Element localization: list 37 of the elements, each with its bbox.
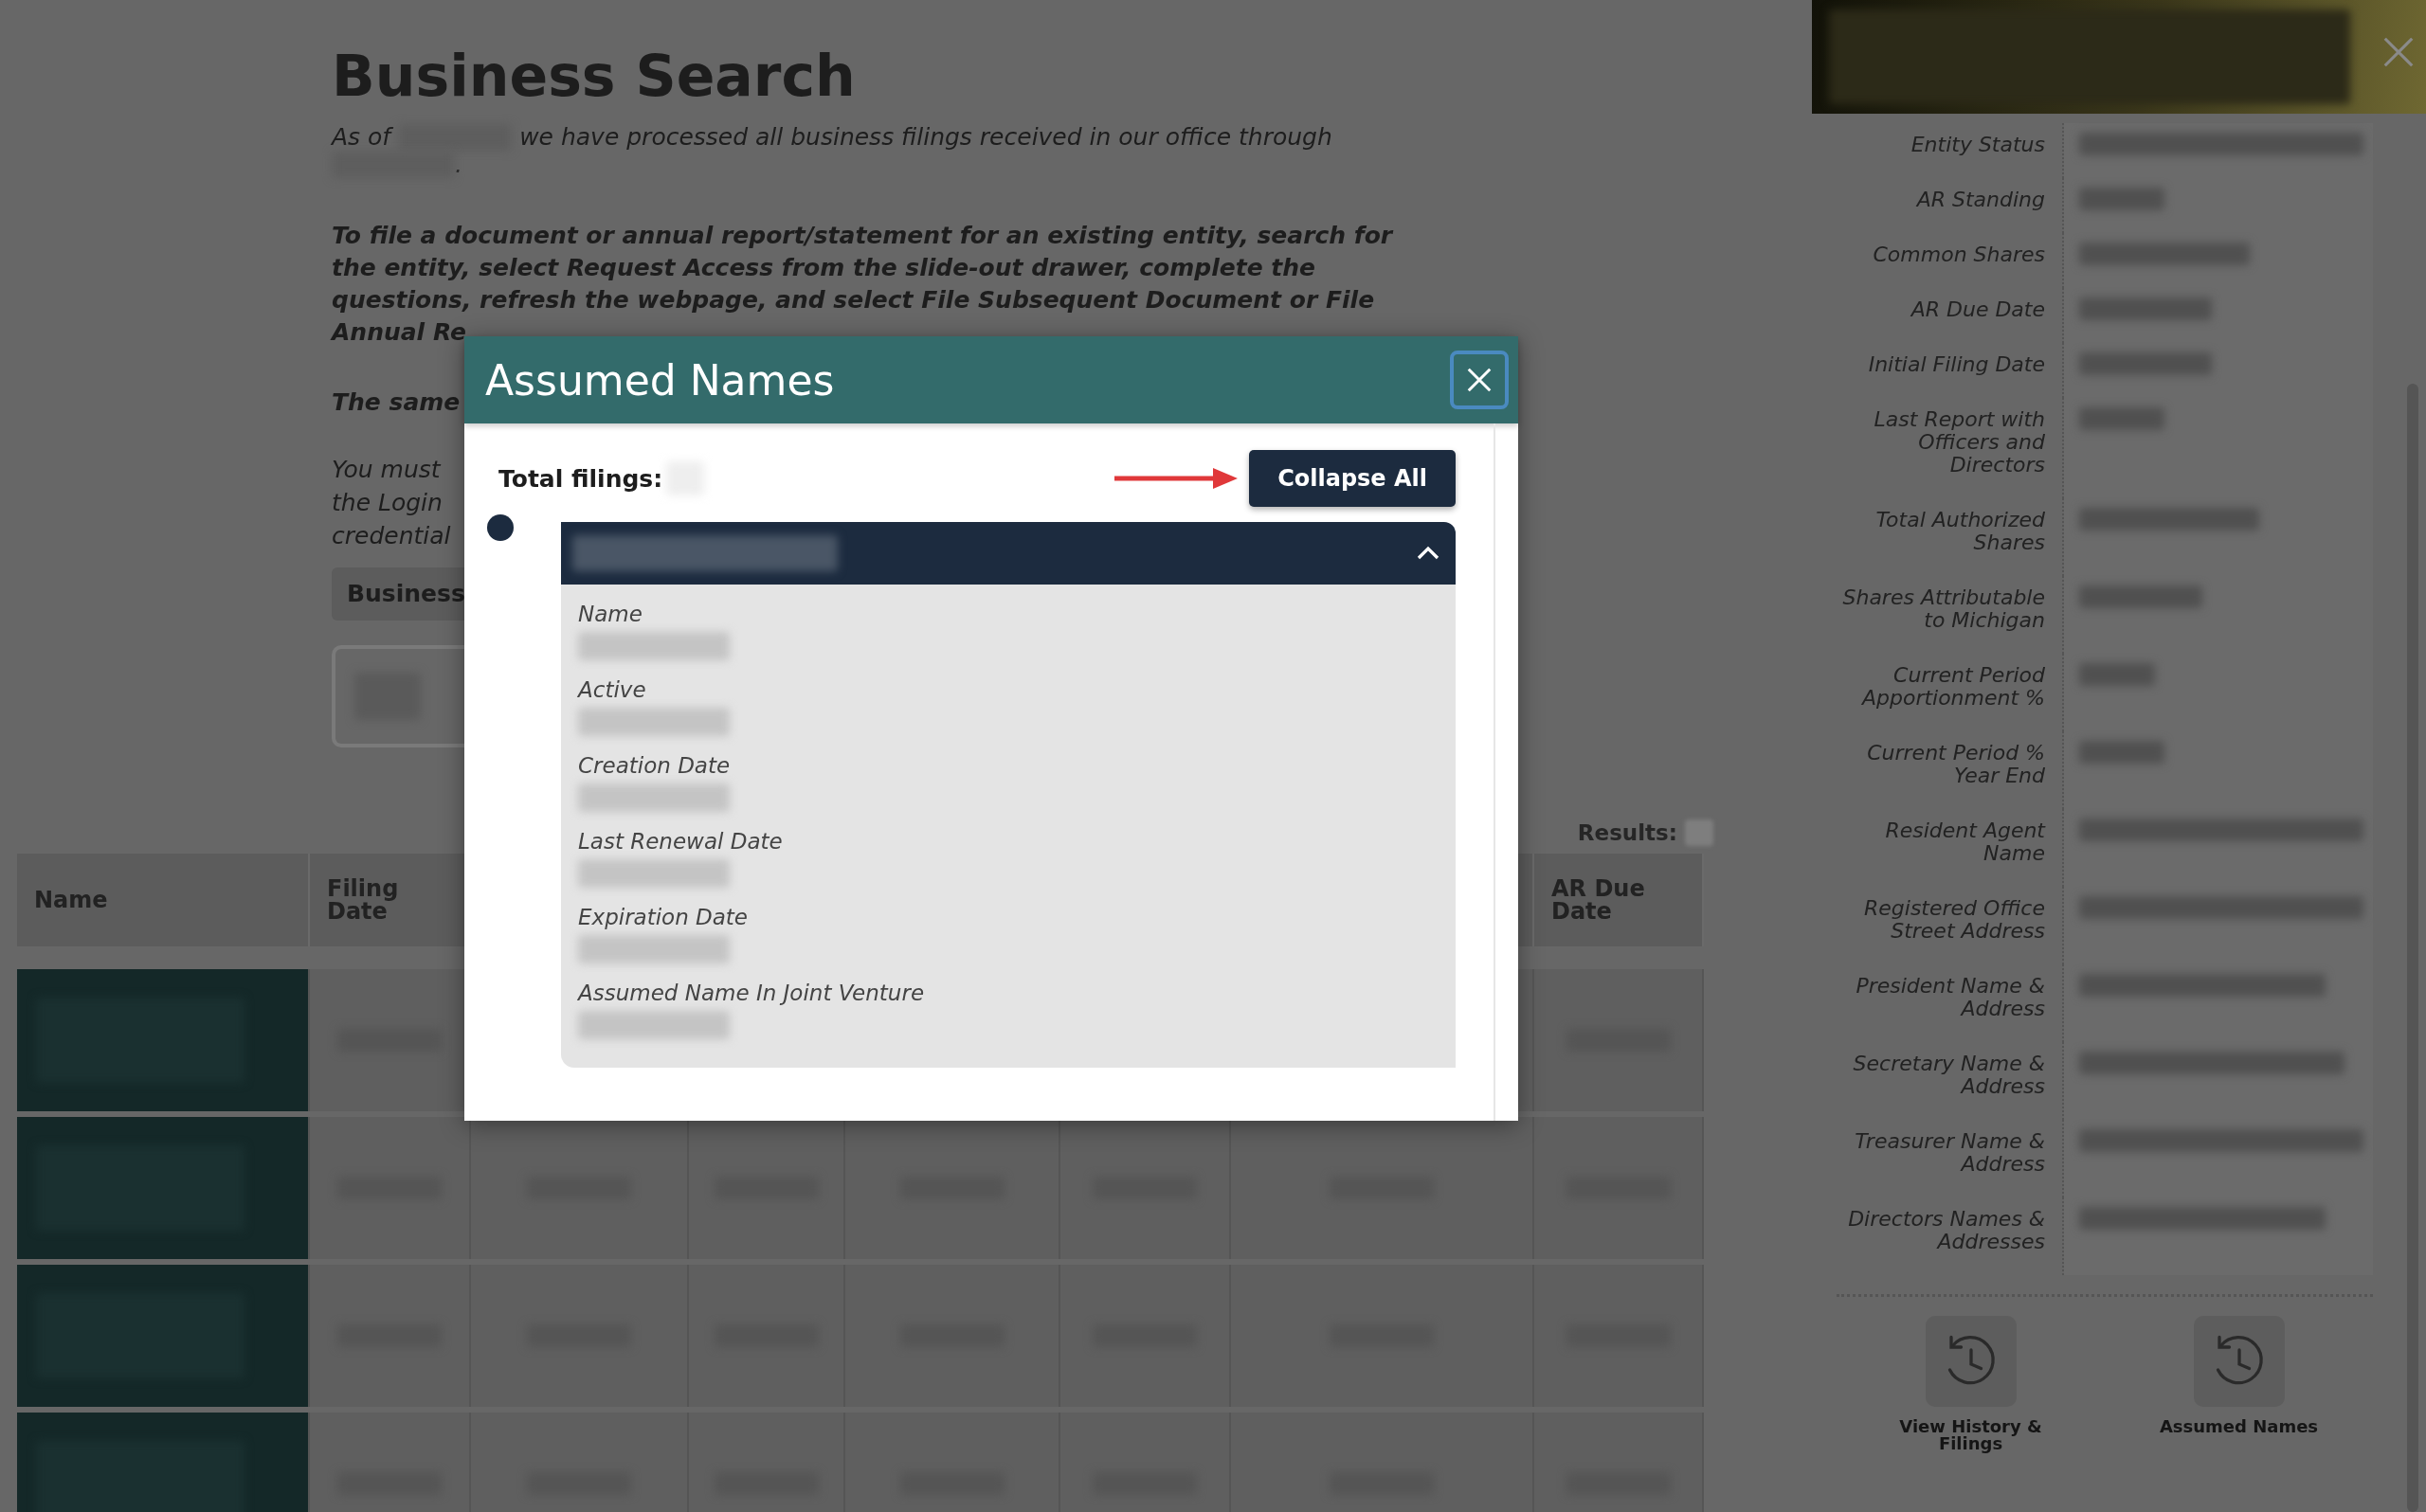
table-row[interactable] <box>17 969 310 1111</box>
instruction-text: the entity, select Request Access from the slide-out drawer, complete the <box>332 253 1315 283</box>
entry-header[interactable] <box>561 522 1456 585</box>
login-text: credential <box>332 521 451 551</box>
collapse-all-button[interactable]: Collapse All <box>1249 450 1456 507</box>
business-tab[interactable]: Business <box>332 567 464 621</box>
results-label: Results: <box>1577 820 1677 845</box>
field-label: Last Renewal Date <box>578 828 783 855</box>
close-button[interactable] <box>1450 351 1509 409</box>
history-action[interactable]: Assumed Names <box>2144 1316 2334 1452</box>
field-label: Assumed Name In Joint Venture <box>578 980 925 1007</box>
field-label: Active <box>578 676 646 704</box>
field-label: Expiration Date <box>578 904 749 931</box>
table-row[interactable] <box>17 1117 310 1259</box>
column-header[interactable]: AR Due Date <box>1534 854 1704 946</box>
dialog-title: Assumed Names <box>485 355 835 405</box>
table-row[interactable] <box>17 1413 310 1512</box>
history-action[interactable]: View History & Filings <box>1875 1316 2066 1452</box>
instruction-text: Annual Re <box>332 317 466 348</box>
intro-text: we have processed all business filings received in our office through <box>519 123 1332 151</box>
close-icon <box>1465 366 1494 394</box>
instruction-text: To file a document or annual report/statement for an existing entity, search for <box>332 221 1393 251</box>
table-row[interactable] <box>17 1265 310 1407</box>
intro-text: As of <box>332 123 391 151</box>
field-label: Name <box>578 601 643 628</box>
column-header[interactable]: Name <box>17 854 310 946</box>
search-field[interactable] <box>332 645 464 747</box>
instruction-text: The same <box>332 387 461 418</box>
instruction-text: questions, refresh the webpage, and select File Subsequent Document or File <box>332 285 1375 315</box>
field-label: Creation Date <box>578 752 731 780</box>
login-text: the Login <box>332 488 443 518</box>
timeline-dot <box>487 514 514 541</box>
page-title: Business Search <box>332 42 857 110</box>
arrow-icon <box>1114 467 1239 490</box>
intro-text: . <box>455 151 462 178</box>
total-filings-label: Total filings: <box>498 464 663 493</box>
login-text: You must <box>332 455 441 485</box>
